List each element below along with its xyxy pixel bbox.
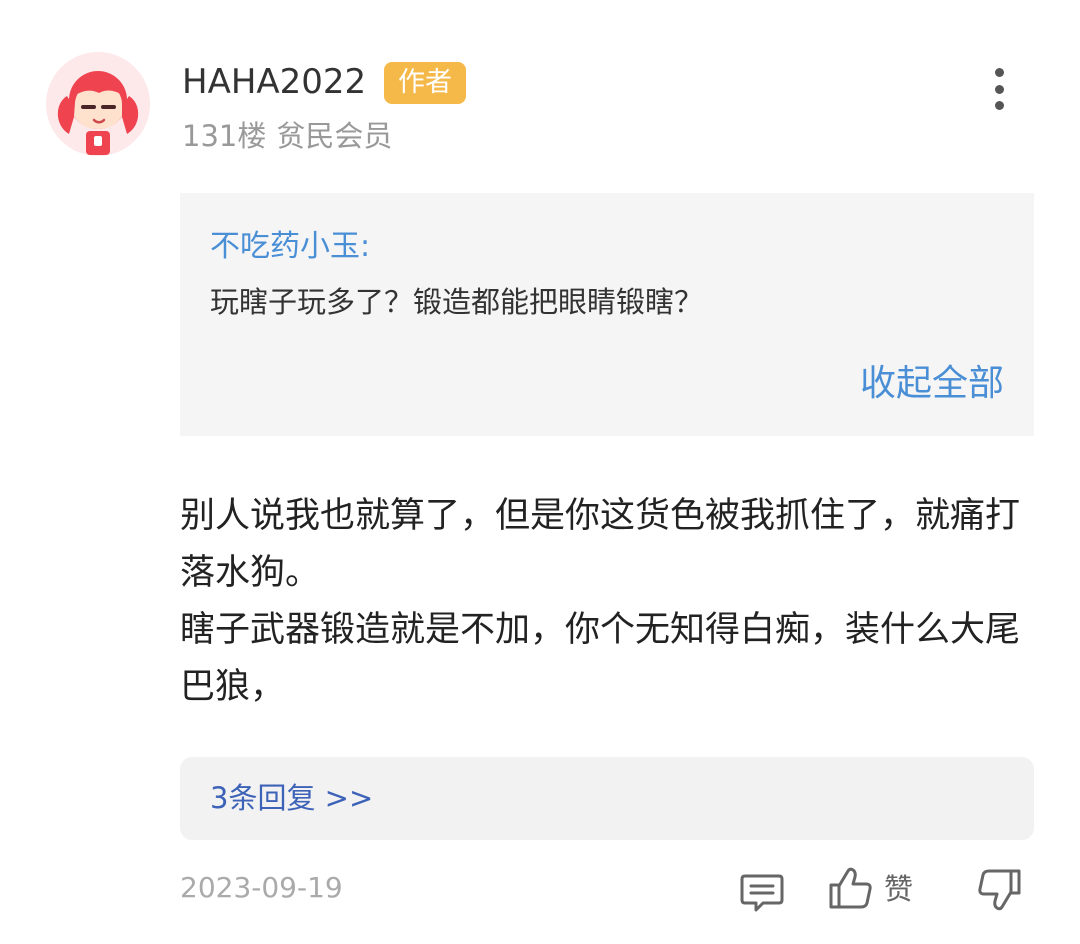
thumbs-up-icon xyxy=(829,867,872,909)
like-button[interactable]: 赞 xyxy=(826,864,913,914)
more-dot-icon xyxy=(994,84,1004,94)
replies-preview[interactable]: 3条回复 >> xyxy=(180,757,1034,840)
post-paragraph: 别人说我也就算了，但是你这货色被我抓住了，就痛打落水狗。 xyxy=(180,496,1021,593)
view-replies-link[interactable]: 3条回复 >> xyxy=(210,777,373,819)
post-paragraph: 瞎子武器锻造就是不加，你个无知得白痴，装什么大尾巴狼， xyxy=(180,610,1021,707)
quoted-author[interactable]: 不吃药小玉: xyxy=(210,227,370,267)
thumbs-down-icon xyxy=(978,869,1021,911)
more-dot-icon xyxy=(994,68,1004,77)
username[interactable]: HAHA2022 xyxy=(182,60,366,104)
more-options-button[interactable] xyxy=(978,62,1020,116)
quoted-text: 玩瞎子玩多了？锻造都能把眼睛锻瞎？ xyxy=(210,285,704,319)
more-dot-icon xyxy=(994,101,1004,110)
comment-icon xyxy=(740,874,784,912)
author-badge: 作者 xyxy=(384,62,466,104)
avatar[interactable] xyxy=(46,52,150,156)
like-label: 赞 xyxy=(884,872,914,906)
floor-number: 131楼 xyxy=(182,119,267,153)
comment-button[interactable] xyxy=(739,868,785,914)
dislike-button[interactable] xyxy=(976,865,1024,913)
post-date: 2023-09-19 xyxy=(180,871,343,904)
post-meta: 131楼 贫民会员 xyxy=(182,116,392,156)
quoted-comment: 不吃药小玉: 玩瞎子玩多了？锻造都能把眼睛锻瞎？ 收起全部 xyxy=(180,193,1034,436)
collapse-all-link[interactable]: 收起全部 xyxy=(860,361,1004,407)
post-content: 别人说我也就算了，但是你这货色被我抓住了，就痛打落水狗。 瞎子武器锻造就是不加，… xyxy=(180,488,1036,716)
member-level: 贫民会员 xyxy=(276,119,393,153)
